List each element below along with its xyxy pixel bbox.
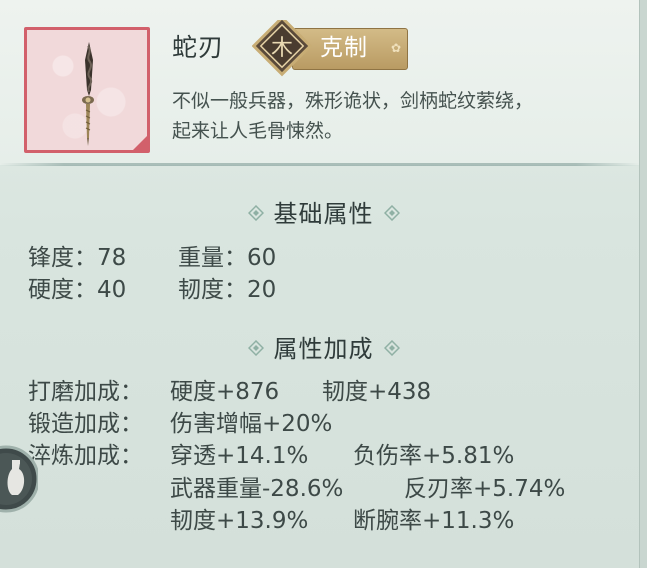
header-divider — [0, 163, 640, 166]
rarity-corner — [133, 136, 147, 150]
stat-value: 78 — [97, 245, 127, 271]
bonus-row-forge-label: 锻造加成： — [28, 411, 143, 437]
counter-emblem-icon: 木 — [252, 20, 313, 77]
bonus-value: 断腕率+11.3% — [353, 508, 515, 534]
svg-text:木: 木 — [271, 36, 293, 61]
description-line-1: 不似一般兵器，殊形诡状，剑柄蛇纹萦绕， — [172, 90, 534, 112]
stat-label: 硬度： — [28, 277, 97, 303]
bonus-value: 韧度+438 — [322, 379, 432, 405]
bonus-value: 伤害增幅+20% — [170, 411, 333, 437]
basic-attributes-heading: 基础属性 — [0, 197, 647, 231]
badge-label: 克制 — [320, 35, 368, 61]
diamond-ornament-icon — [383, 340, 400, 356]
stat-toughness: 韧度：20 — [178, 275, 276, 305]
bonus-value: 负伤率+5.81% — [353, 443, 515, 469]
stat-sharpness: 锋度：78 — [28, 243, 126, 273]
item-tooltip-panel: 蛇刃 ✿ 木 克制 不似一般兵器，殊形诡状，剑柄蛇纹萦绕， 起来让人毛骨悚然。 … — [0, 0, 647, 568]
counter-badge[interactable]: ✿ 木 克制 — [252, 20, 408, 78]
stat-value: 20 — [247, 277, 277, 303]
stat-value: 60 — [247, 245, 277, 271]
stat-hardness: 硬度：40 — [28, 275, 126, 305]
bonus-value: 反刃率+5.74% — [404, 476, 566, 502]
bonus-value: 武器重量-28.6% — [170, 476, 344, 502]
diamond-ornament-icon — [247, 205, 264, 221]
description-line-2: 起来让人毛骨悚然。 — [172, 120, 344, 142]
stat-label: 重量： — [178, 245, 247, 271]
bonus-attributes-heading: 属性加成 — [0, 332, 647, 366]
stat-weight: 重量：60 — [178, 243, 276, 273]
basic-attributes-title: 基础属性 — [273, 200, 374, 228]
item-icon-frame — [24, 27, 150, 153]
diamond-ornament-icon — [383, 205, 400, 221]
stat-label: 锋度： — [28, 245, 97, 271]
bonus-row-quench-label: 淬炼加成： — [28, 443, 143, 469]
diamond-ornament-icon — [247, 340, 264, 356]
bonus-value: 硬度+876 — [170, 379, 280, 405]
item-description: 不似一般兵器，殊形诡状，剑柄蛇纹萦绕， 起来让人毛骨悚然。 — [172, 86, 642, 146]
stat-label: 韧度： — [178, 277, 247, 303]
wine-jar-button[interactable] — [0, 433, 38, 525]
bonus-attributes-title: 属性加成 — [273, 335, 374, 363]
badge-ornament-icon: ✿ — [391, 41, 402, 55]
snake-blade-icon — [82, 42, 94, 146]
bonus-value: 韧度+13.9% — [170, 508, 309, 534]
item-name: 蛇刃 — [172, 33, 225, 62]
bonus-value: 穿透+14.1% — [170, 443, 309, 469]
bonus-row-polish-label: 打磨加成： — [28, 379, 143, 405]
stat-value: 40 — [97, 277, 127, 303]
